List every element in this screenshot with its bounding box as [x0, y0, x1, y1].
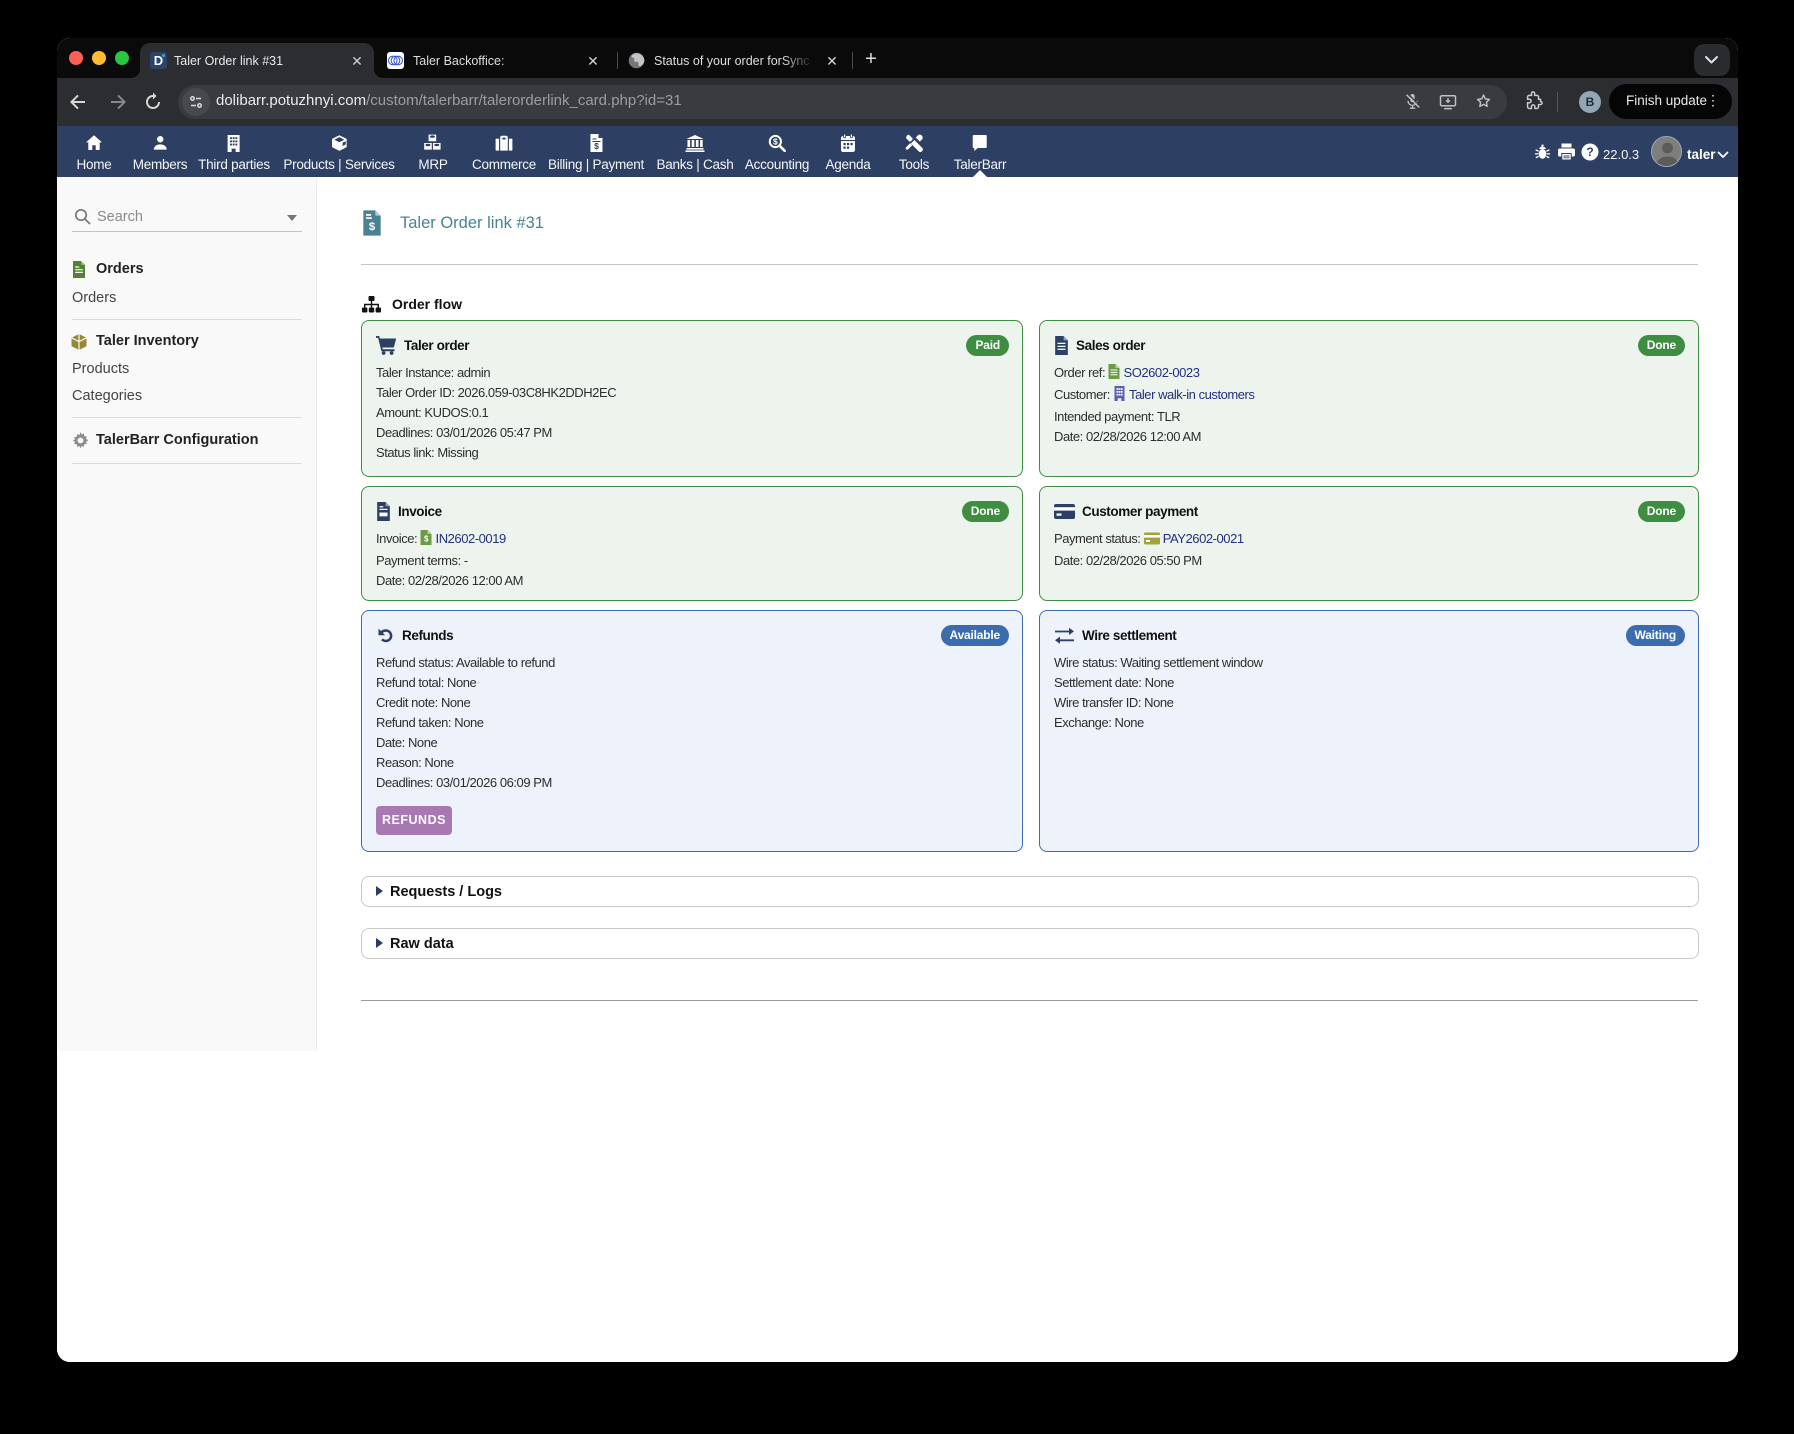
svg-text:$: $	[773, 137, 778, 147]
svg-text:?: ?	[1586, 145, 1593, 159]
svg-text:$: $	[369, 221, 376, 233]
svg-text:$: $	[594, 141, 599, 151]
